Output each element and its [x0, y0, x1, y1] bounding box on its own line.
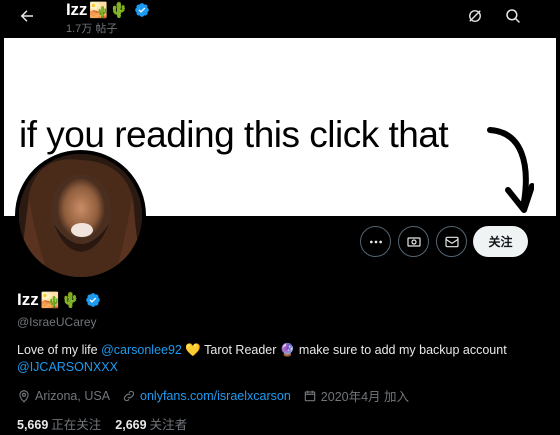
- verified-badge-icon: [86, 293, 100, 307]
- search-button[interactable]: [501, 4, 525, 28]
- top-bar: Izz 🏜️ 🌵 1.7万 帖子: [0, 0, 560, 38]
- bio-text: 💛 Tarot Reader 🔮 make sure to add my bac…: [181, 343, 507, 357]
- bell-slash-icon: [469, 10, 481, 22]
- profile-meta: Arizona, USA onlyfans.com/israelxcarson …: [17, 386, 421, 405]
- following-label: 正在关注: [51, 418, 102, 432]
- profile-name: Izz: [17, 290, 39, 309]
- website-link[interactable]: onlyfans.com/israelxcarson: [140, 389, 291, 403]
- followers-link[interactable]: 2,669 关注者: [115, 414, 187, 433]
- curved-arrow-icon: [487, 127, 534, 213]
- follow-stats: 5,669 正在关注 2,669 关注者: [17, 414, 201, 433]
- calendar-icon: [304, 390, 316, 401]
- profile-bio: Love of my life @carsonlee92 💛 Tarot Rea…: [17, 342, 547, 376]
- cactus-emoji: 🌵: [61, 291, 81, 309]
- followers-count: 2,669: [115, 418, 147, 432]
- more-options-button[interactable]: [360, 226, 391, 257]
- link-icon: [123, 390, 135, 401]
- following-count: 5,669: [17, 418, 49, 432]
- followers-label: 关注者: [149, 418, 188, 432]
- desert-emoji: 🏜️: [89, 1, 108, 19]
- post-count: 1.7万 帖子: [66, 23, 118, 35]
- envelope-icon: [444, 236, 459, 247]
- subscribe-button[interactable]: [398, 226, 429, 257]
- back-arrow-icon: [20, 10, 33, 22]
- profile-display-name: Izz 🏜️ 🌵: [17, 290, 101, 310]
- avatar-photo: [19, 154, 142, 277]
- avatar[interactable]: [15, 150, 146, 281]
- more-dots-icon: [369, 240, 382, 243]
- notifications-off-button[interactable]: [463, 4, 487, 28]
- header-name: Izz: [66, 0, 88, 19]
- profile-handle: @IsraeUCarey: [17, 315, 97, 329]
- back-button[interactable]: [14, 4, 40, 28]
- cactus-emoji: 🌵: [109, 1, 129, 19]
- website: onlyfans.com/israelxcarson: [122, 389, 291, 403]
- location-text: Arizona, USA: [35, 388, 111, 403]
- money-icon: [406, 236, 421, 247]
- bio-text: Love of my life: [17, 343, 102, 357]
- search-icon: [506, 9, 520, 23]
- bio-mention-link[interactable]: @carsonlee92: [101, 343, 182, 357]
- join-date: 2020年4月 加入: [303, 386, 409, 405]
- follow-button[interactable]: 关注: [473, 226, 528, 257]
- verified-badge-icon: [134, 3, 149, 17]
- bio-mention-link[interactable]: @IJCARSONXXX: [17, 360, 118, 374]
- header-title: Izz 🏜️ 🌵: [66, 0, 150, 20]
- location: Arizona, USA: [17, 389, 110, 403]
- following-link[interactable]: 5,669 正在关注: [17, 414, 101, 433]
- join-date-text: 2020年4月 加入: [320, 390, 410, 404]
- desert-emoji: 🏜️: [40, 291, 60, 309]
- location-pin-icon: [19, 389, 29, 403]
- message-button[interactable]: [436, 226, 467, 257]
